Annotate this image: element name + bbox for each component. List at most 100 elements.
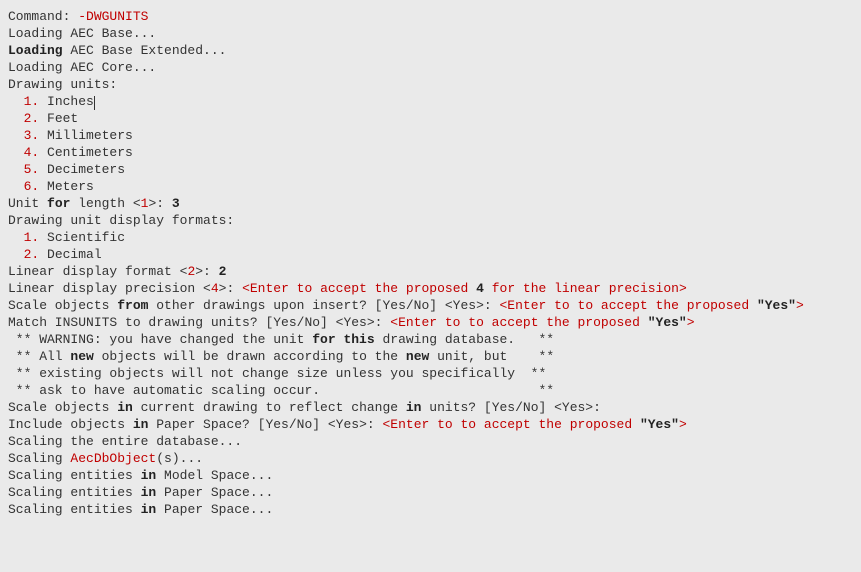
output-line: Scaling entities in Model Space... [8, 467, 853, 484]
text: objects will be drawn according to the [94, 349, 406, 364]
output-line: Loading AEC Core... [8, 59, 853, 76]
keyword: in [117, 400, 133, 415]
text: drawing database. ** [375, 332, 554, 347]
prompt-line[interactable]: Scale objects in current drawing to refl… [8, 399, 853, 416]
command-prompt: Command: [8, 9, 78, 24]
text: Paper Space... [156, 502, 273, 517]
hint: <Enter to to accept the proposed [382, 417, 639, 432]
list-number: 6. [24, 179, 40, 194]
list-number: 1. [24, 94, 40, 109]
list-item: 1. Inches [8, 93, 853, 110]
output-line: Loading AEC Base Extended... [8, 42, 853, 59]
keyword: new [406, 349, 429, 364]
keyword: for [47, 196, 70, 211]
hint: > [796, 298, 804, 313]
keyword: in [406, 400, 422, 415]
output-line: Scaling entities in Paper Space... [8, 484, 853, 501]
command-line[interactable]: Command: -DWGUNITS [8, 8, 853, 25]
text: Paper Space? [Yes/No] <Yes>: [148, 417, 382, 432]
output-line: Scaling AecDbObject(s)... [8, 450, 853, 467]
list-number: 1. [24, 230, 40, 245]
warning-line: ** ask to have automatic scaling occur. … [8, 382, 853, 399]
keyword: in [141, 485, 157, 500]
text: >: [148, 196, 171, 211]
command-input-value: -DWGUNITS [78, 9, 148, 24]
list-label: Centimeters [39, 145, 133, 160]
text: >: [195, 264, 218, 279]
list-number: 2. [24, 247, 40, 262]
text: Unit [8, 196, 47, 211]
text: Scaling entities [8, 502, 141, 517]
list-label: Meters [39, 179, 94, 194]
text: current drawing to reflect change [133, 400, 406, 415]
list-label: Scientific [39, 230, 125, 245]
list-item: 3. Millimeters [8, 127, 853, 144]
hint: <Enter to to accept the proposed [500, 298, 757, 313]
text: AEC Base Extended... [63, 43, 227, 58]
list-number: 4. [24, 145, 40, 160]
hint: <Enter to accept the proposed [242, 281, 476, 296]
prompt-line[interactable]: Linear display precision <4>: <Enter to … [8, 280, 853, 297]
text: Linear display precision < [8, 281, 211, 296]
text: Scaling entities [8, 468, 141, 483]
command-output: Command: -DWGUNITS Loading AEC Base... L… [8, 8, 853, 518]
keyword: in [133, 417, 149, 432]
list-item: 6. Meters [8, 178, 853, 195]
user-input: 3 [172, 196, 180, 211]
hint: <Enter to to accept the proposed [390, 315, 647, 330]
warning-line: ** WARNING: you have changed the unit fo… [8, 331, 853, 348]
list-label: Millimeters [39, 128, 133, 143]
text: Paper Space... [156, 485, 273, 500]
text: units? [Yes/No] <Yes>: [421, 400, 600, 415]
text: Scale objects [8, 400, 117, 415]
text: other drawings upon insert? [Yes/No] <Ye… [148, 298, 499, 313]
keyword: in [141, 502, 157, 517]
keyword: from [117, 298, 148, 313]
output-line: Scaling entities in Paper Space... [8, 501, 853, 518]
text: length < [70, 196, 140, 211]
list-item: 5. Decimeters [8, 161, 853, 178]
warning-line: ** existing objects will not change size… [8, 365, 853, 382]
text: >: [219, 281, 242, 296]
hint-value: "Yes" [648, 315, 687, 330]
list-number: 2. [24, 111, 40, 126]
text: unit, but ** [429, 349, 554, 364]
prompt-line[interactable]: Match INSUNITS to drawing units? [Yes/No… [8, 314, 853, 331]
list-number: 5. [24, 162, 40, 177]
text: Scaling entities [8, 485, 141, 500]
warning-line: ** All new objects will be drawn accordi… [8, 348, 853, 365]
prompt-line[interactable]: Scale objects from other drawings upon i… [8, 297, 853, 314]
default-value: 4 [211, 281, 219, 296]
hint-value: "Yes" [757, 298, 796, 313]
list-item: 2. Decimal [8, 246, 853, 263]
text: ** All [8, 349, 70, 364]
keyword: new [70, 349, 93, 364]
output-line: Loading AEC Base... [8, 25, 853, 42]
prompt-line[interactable]: Linear display format <2>: 2 [8, 263, 853, 280]
text: Match INSUNITS to drawing units? [Yes/No… [8, 315, 390, 330]
hint-value: "Yes" [640, 417, 679, 432]
text: Scaling [8, 451, 70, 466]
output-line: Drawing units: [8, 76, 853, 93]
list-number: 3. [24, 128, 40, 143]
hint-value: 4 [476, 281, 484, 296]
list-item: 1. Scientific [8, 229, 853, 246]
prompt-line[interactable]: Include objects in Paper Space? [Yes/No]… [8, 416, 853, 433]
list-label: Feet [39, 111, 78, 126]
output-line: Drawing unit display formats: [8, 212, 853, 229]
prompt-line[interactable]: Unit for length <1>: 3 [8, 195, 853, 212]
list-item: 4. Centimeters [8, 144, 853, 161]
text: ** WARNING: you have changed the unit [8, 332, 312, 347]
user-input: 2 [219, 264, 227, 279]
list-item: 2. Feet [8, 110, 853, 127]
text: Model Space... [156, 468, 273, 483]
text: Scale objects [8, 298, 117, 313]
object-name: AecDbObject [70, 451, 156, 466]
hint: > [679, 417, 687, 432]
text: (s)... [156, 451, 203, 466]
text: Linear display format < [8, 264, 187, 279]
hint: for the linear precision> [484, 281, 687, 296]
keyword: for this [312, 332, 374, 347]
hint: > [687, 315, 695, 330]
text-cursor [94, 96, 95, 110]
